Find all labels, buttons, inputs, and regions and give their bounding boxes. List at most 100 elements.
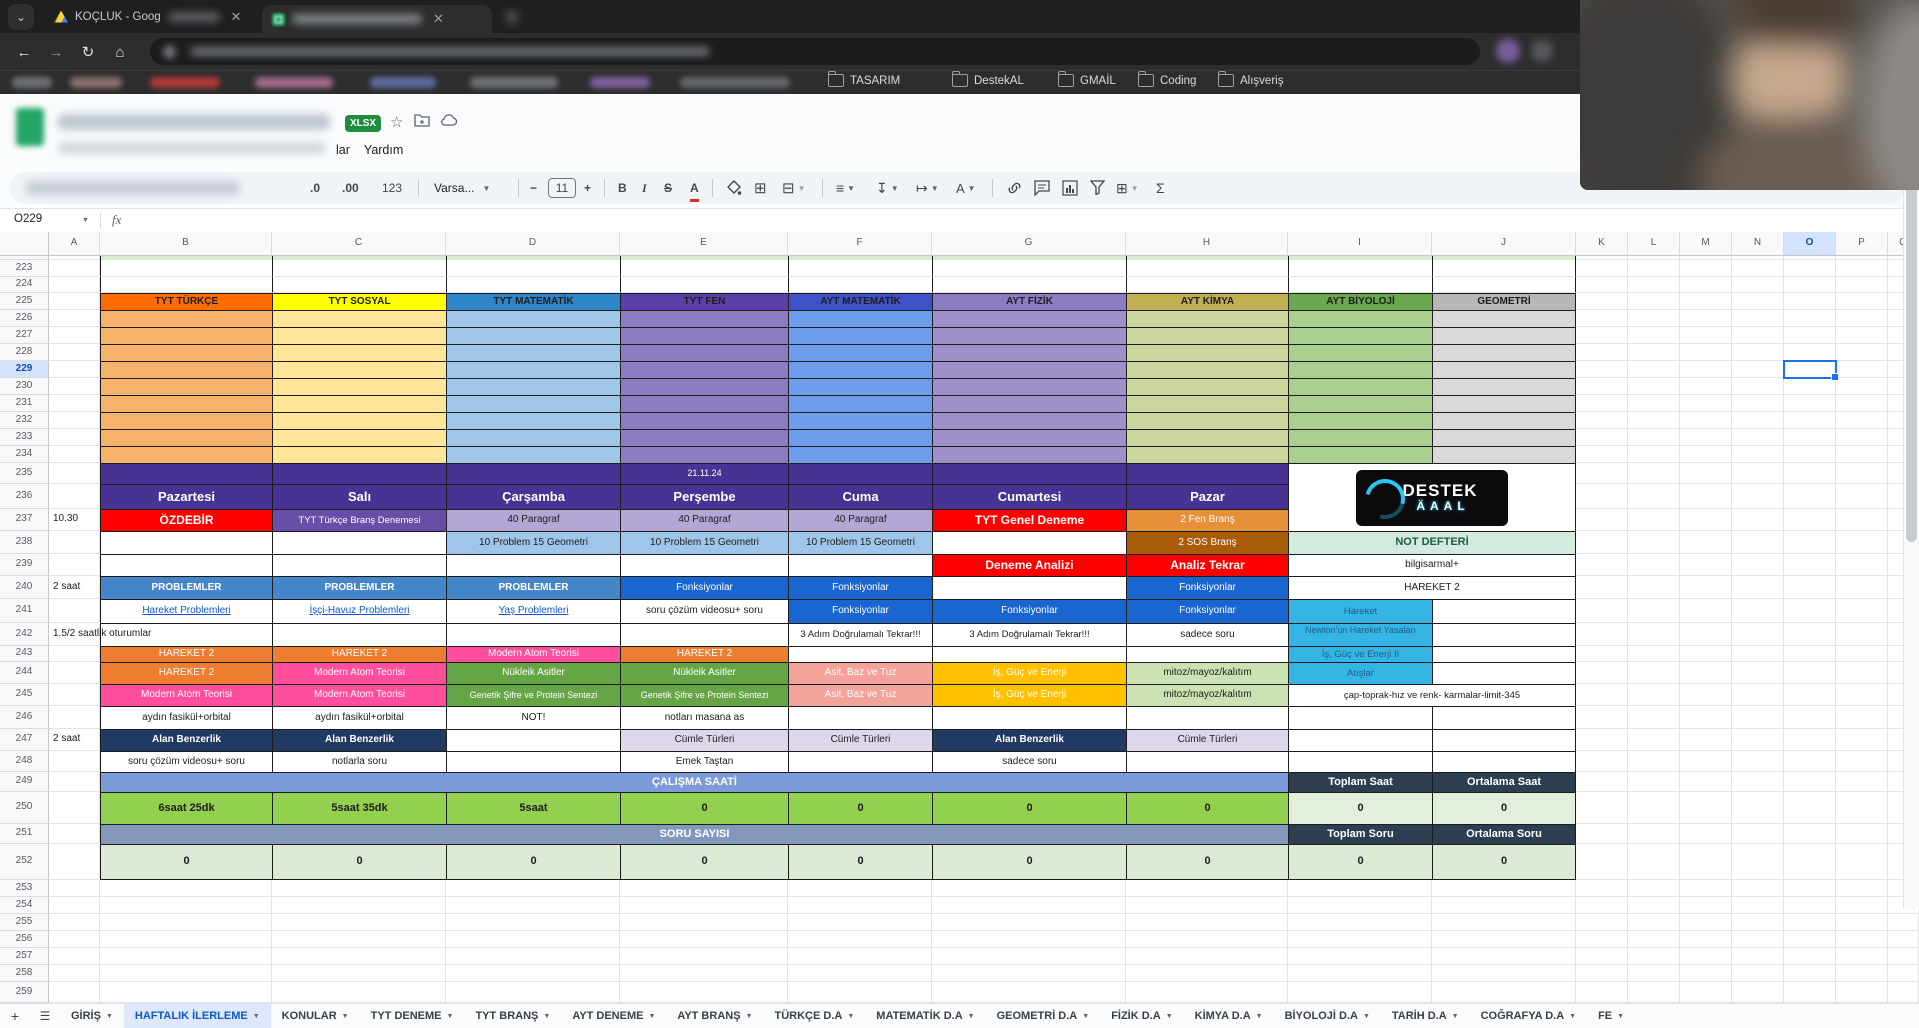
cell-K248[interactable] — [1576, 751, 1628, 772]
cell-N239[interactable] — [1732, 554, 1784, 576]
row-header-259[interactable]: 259 — [0, 982, 49, 1003]
cell-P244[interactable] — [1836, 662, 1888, 684]
cell-K249[interactable] — [1576, 772, 1628, 792]
cell-F225[interactable]: AYT MATEMATİK — [788, 293, 932, 310]
cell-I243[interactable]: İş, Güç ve Enerji II — [1288, 646, 1432, 662]
cell-A231[interactable] — [49, 395, 100, 412]
cell-N255[interactable] — [1732, 914, 1784, 931]
cell-O230[interactable] — [1784, 378, 1836, 395]
cell-I254[interactable] — [1288, 897, 1432, 914]
sheet-tab-caret-icon[interactable]: ▼ — [543, 1013, 550, 1020]
cell-C256[interactable] — [272, 931, 446, 948]
cell-H233[interactable] — [1126, 429, 1288, 446]
cell-Q258[interactable] — [1888, 965, 1919, 982]
cell-F244[interactable]: Asit, Baz ve Tuz — [788, 662, 932, 684]
cell-C228[interactable] — [272, 344, 446, 361]
cell-D235[interactable] — [446, 463, 620, 484]
cell-I239[interactable]: bilgisarmal+ — [1288, 554, 1576, 576]
move-folder-icon[interactable] — [414, 113, 430, 131]
col-header-N[interactable]: N — [1732, 232, 1784, 256]
cell-O235[interactable] — [1784, 463, 1836, 484]
cell-O226[interactable] — [1784, 310, 1836, 327]
cell-A242[interactable]: 1.5/2 saatlik oturumlar — [49, 623, 100, 646]
row-header-236[interactable]: 236 — [0, 484, 49, 509]
cell-E243[interactable]: HAREKET 2 — [620, 646, 788, 662]
cell-H231[interactable] — [1126, 395, 1288, 412]
cell-K237[interactable] — [1576, 509, 1628, 531]
sheet-tab-bi-yoloji-d.a[interactable]: BİYOLOJİ D.A▼ — [1274, 1004, 1381, 1028]
col-header-D[interactable]: D — [446, 232, 620, 256]
cell-L238[interactable] — [1628, 531, 1680, 554]
cell-P255[interactable] — [1836, 914, 1888, 931]
add-sheet-button[interactable]: + — [0, 1008, 30, 1024]
cell-I234[interactable] — [1288, 446, 1432, 463]
cell-M230[interactable] — [1680, 378, 1732, 395]
cell-G257[interactable] — [932, 948, 1126, 965]
cell-N226[interactable] — [1732, 310, 1784, 327]
cell-F230[interactable] — [788, 378, 932, 395]
cell-P250[interactable] — [1836, 792, 1888, 824]
cell-G237[interactable]: TYT Genel Deneme — [932, 509, 1126, 531]
cell-I245[interactable]: çap-toprak-hız ve renk- karmalar-limit-3… — [1288, 684, 1576, 706]
cell-N250[interactable] — [1732, 792, 1784, 824]
cell-B249[interactable]: ÇALIŞMA SAATİ — [100, 772, 1288, 792]
borders-button[interactable]: ⊞ — [754, 172, 767, 204]
cell-C225[interactable]: TYT SOSYAL — [272, 293, 446, 310]
cell-L244[interactable] — [1628, 662, 1680, 684]
col-header-J[interactable]: J — [1432, 232, 1576, 256]
tab-close-icon[interactable]: ✕ — [231, 9, 242, 25]
row-header-253[interactable]: 253 — [0, 880, 49, 897]
menu-item-help[interactable]: Yardım — [364, 143, 403, 157]
sheet-tab-caret-icon[interactable]: ▼ — [1256, 1013, 1263, 1020]
cell-A225[interactable] — [49, 293, 100, 310]
row-header-224[interactable]: 224 — [0, 277, 49, 293]
menu-icon-blurred[interactable] — [1532, 41, 1552, 61]
cell-H226[interactable] — [1126, 310, 1288, 327]
cell-K226[interactable] — [1576, 310, 1628, 327]
address-bar[interactable] — [150, 38, 1480, 65]
cell-J242[interactable] — [1432, 623, 1576, 646]
cell-I259[interactable] — [1288, 982, 1432, 1003]
cell-H242[interactable]: sadece soru — [1126, 623, 1288, 646]
cell-C243[interactable]: HAREKET 2 — [272, 646, 446, 662]
cell-E256[interactable] — [620, 931, 788, 948]
cell-B251[interactable]: SORU SAYISI — [100, 824, 1288, 844]
merge-cells-button[interactable]: ⊟▼ — [782, 172, 806, 204]
sheet-tab-caret-icon[interactable]: ▼ — [968, 1013, 975, 1020]
cell-O238[interactable] — [1784, 531, 1836, 554]
cell-A227[interactable] — [49, 327, 100, 344]
cell-B235[interactable] — [100, 463, 272, 484]
cell-A253[interactable] — [49, 880, 100, 897]
cell-G227[interactable] — [932, 327, 1126, 344]
cell-F250[interactable]: 0 — [788, 792, 932, 824]
cell-B226[interactable] — [100, 310, 272, 327]
cell-J230[interactable] — [1432, 378, 1576, 395]
text-wrap-button[interactable]: ↦▼ — [916, 172, 939, 204]
menu-bar-blurred[interactable] — [58, 142, 326, 154]
cell-C233[interactable] — [272, 429, 446, 446]
cell-E247[interactable]: Cümle Türleri — [620, 729, 788, 751]
fill-color-icon[interactable] — [726, 180, 742, 196]
create-filter-icon[interactable] — [1090, 180, 1105, 195]
cell-L233[interactable] — [1628, 429, 1680, 446]
cell-L251[interactable] — [1628, 824, 1680, 844]
cell-A223[interactable] — [49, 260, 100, 277]
sheet-tab-tyt-deneme[interactable]: TYT DENEME▼ — [360, 1004, 465, 1028]
cell-E245[interactable]: Genetik Şifre ve Protein Sentezi — [620, 684, 788, 706]
cell-D250[interactable]: 5saat — [446, 792, 620, 824]
cell-K258[interactable] — [1576, 965, 1628, 982]
cell-A226[interactable] — [49, 310, 100, 327]
cell-N245[interactable] — [1732, 684, 1784, 706]
cell-I253[interactable] — [1288, 880, 1432, 897]
cell-O253[interactable] — [1784, 880, 1836, 897]
cell-O248[interactable] — [1784, 751, 1836, 772]
cell-L240[interactable] — [1628, 576, 1680, 599]
cell-B240[interactable]: PROBLEMLER — [100, 576, 272, 599]
cell-N256[interactable] — [1732, 931, 1784, 948]
cell-F246[interactable] — [788, 706, 932, 729]
vertical-scrollbar[interactable] — [1903, 138, 1919, 909]
name-box-caret[interactable]: ▼ — [82, 217, 89, 224]
cell-C244[interactable]: Modern Atom Teorisi — [272, 662, 446, 684]
cell-L227[interactable] — [1628, 327, 1680, 344]
row-header-245[interactable]: 245 — [0, 684, 49, 706]
